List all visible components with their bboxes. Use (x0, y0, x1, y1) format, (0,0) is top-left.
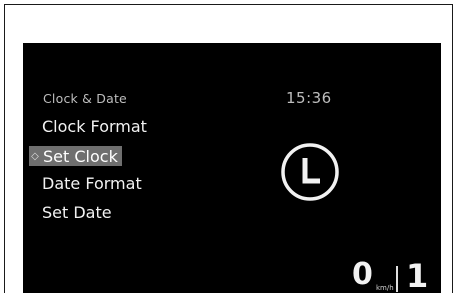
speed-gear-readout: 0 km/h 1 (349, 257, 441, 293)
instrument-display: Clock & Date Clock Format ◇ Set Clock Da… (23, 43, 441, 293)
speed-divider (396, 266, 398, 292)
menu-header: Clock & Date (43, 91, 127, 106)
menu-item-set-clock[interactable]: ◇ Set Clock (29, 146, 122, 166)
menu-item-label: Set Clock (43, 146, 118, 166)
menu-item-clock-format[interactable]: Clock Format (42, 117, 147, 136)
menu-item-set-date[interactable]: Set Date (42, 203, 112, 222)
speed-value: 0 (352, 257, 373, 292)
speed-unit: km/h (376, 284, 394, 292)
menu-item-date-format[interactable]: Date Format (42, 174, 142, 193)
clock-time: 15:36 (286, 89, 332, 107)
gear-indicator: 1 (406, 257, 429, 293)
clock-icon (281, 143, 339, 201)
selection-arrow-icon: ◇ (31, 150, 39, 162)
